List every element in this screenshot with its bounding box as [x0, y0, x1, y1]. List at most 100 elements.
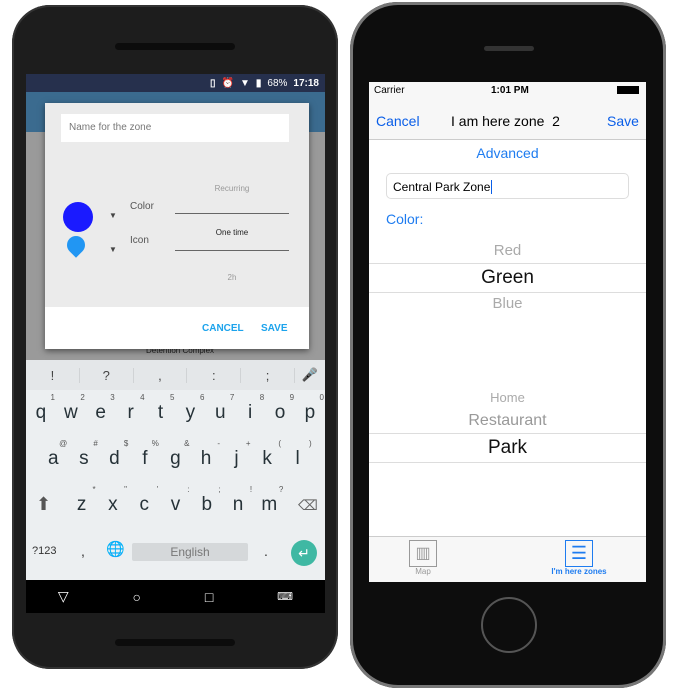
symbols-key[interactable]: ?123 — [32, 545, 56, 557]
tab-label: I'm here zones — [551, 567, 607, 576]
key-i[interactable]: i8 — [236, 393, 264, 424]
shift-icon[interactable]: ⬆ — [36, 494, 51, 515]
key-y[interactable]: y6 — [176, 393, 205, 424]
key-letter: h — [200, 448, 212, 469]
text-cursor — [491, 180, 493, 194]
icon-option-park[interactable]: Park — [369, 437, 646, 459]
globe-icon[interactable]: 🌐 — [106, 540, 125, 558]
key-f[interactable]: f% — [131, 439, 159, 470]
home-icon[interactable]: ○ — [133, 589, 141, 605]
key-g[interactable]: g & — [161, 439, 189, 470]
key-hint: 2 — [80, 393, 85, 402]
save-button[interactable]: SAVE — [261, 323, 288, 334]
key-c[interactable]: c ' — [130, 485, 158, 516]
option-2h[interactable]: 2h — [175, 273, 289, 282]
icon-label: Icon — [130, 235, 149, 246]
comma-key[interactable]: , — [81, 543, 85, 559]
key-t[interactable]: t5 — [147, 393, 175, 424]
space-bar[interactable]: English — [132, 543, 248, 561]
key-p[interactable]: p0 — [296, 393, 324, 424]
battery-icon: ▮ — [255, 77, 262, 89]
enter-icon[interactable]: ↵ — [291, 540, 317, 566]
key-letter: f — [142, 448, 148, 469]
suggestion[interactable]: ! — [26, 367, 80, 383]
tab-label: Map — [415, 567, 431, 576]
key-l[interactable]: l) — [284, 439, 312, 470]
suggestion[interactable]: , — [134, 367, 188, 383]
cancel-button[interactable]: Cancel — [376, 113, 420, 129]
key-h[interactable]: h- — [192, 439, 220, 470]
tab-bar: ▥ Map ☰ I'm here zones — [369, 536, 646, 582]
key-e[interactable]: e3 — [87, 393, 114, 424]
key-q[interactable]: q1 — [27, 393, 55, 424]
key-w[interactable]: w2 — [57, 393, 85, 424]
option-recurring[interactable]: Recurring — [175, 184, 289, 193]
key-m[interactable]: m? — [255, 485, 283, 516]
zone-name-input[interactable]: Name for the zone — [61, 114, 289, 142]
key-n[interactable]: n! — [224, 485, 252, 516]
key-z[interactable]: z * — [68, 485, 96, 516]
key-hint: % — [151, 439, 159, 448]
advanced-button[interactable]: Advanced — [369, 145, 646, 161]
ios-screen: Carrier 1:01 PM Cancel I am here zone 2 … — [369, 82, 646, 582]
key-a[interactable]: a @ — [39, 439, 67, 470]
key-hint: $ — [123, 439, 129, 448]
color-label: Color: — [386, 211, 424, 227]
tab-map[interactable]: ▥ Map — [409, 540, 437, 576]
zone-name-input[interactable]: Central Park Zone — [386, 173, 629, 199]
suggestion[interactable]: ; — [241, 367, 295, 383]
status-bar: ▯ ⏰ ▼ ▮ 68% 17:18 — [26, 74, 325, 92]
key-j[interactable]: j + — [223, 439, 250, 470]
period-key[interactable]: . — [264, 543, 268, 559]
key-u[interactable]: u7 — [206, 393, 234, 424]
microphone-icon[interactable]: 🎤 — [295, 367, 325, 383]
key-r[interactable]: r4 — [117, 393, 144, 424]
tab-im-here-zones[interactable]: ☰ I'm here zones — [539, 540, 619, 576]
battery-level: 68% — [267, 77, 288, 89]
top-speaker — [115, 43, 235, 50]
color-option-blue[interactable]: Blue — [369, 295, 646, 312]
keyboard-icon[interactable]: ⌨ — [277, 590, 293, 603]
save-button[interactable]: Save — [607, 113, 639, 129]
key-b[interactable]: b; — [193, 485, 220, 516]
key-d[interactable]: d $ — [100, 439, 128, 470]
picker-line — [369, 433, 646, 434]
recents-icon[interactable]: □ — [205, 589, 213, 605]
backspace-icon[interactable]: ⌫ — [298, 497, 318, 514]
key-s[interactable]: s # — [70, 439, 98, 470]
key-hint: ; — [218, 485, 221, 494]
picker-line — [369, 292, 646, 293]
color-dropdown-icon[interactable]: ▼ — [109, 211, 117, 220]
key-o[interactable]: o9 — [266, 393, 294, 424]
key-letter: y — [185, 402, 196, 423]
key-v[interactable]: v: — [161, 485, 190, 516]
color-swatch[interactable] — [63, 202, 93, 232]
key-row-2: a @ s # d $ f% g & h - j + k(l) — [26, 439, 325, 470]
key-hint: 1 — [50, 393, 55, 402]
key-k[interactable]: k( — [253, 439, 281, 470]
color-option-red[interactable]: Red — [369, 242, 646, 259]
option-one-time[interactable]: One time — [175, 228, 289, 237]
battery-icon — [617, 86, 639, 94]
suggestion[interactable]: ? — [80, 367, 134, 383]
key-hint: 0 — [319, 393, 324, 402]
color-option-green[interactable]: Green — [369, 267, 646, 289]
icon-option-home[interactable]: Home — [369, 390, 646, 405]
icon-option-restaurant[interactable]: Restaurant — [369, 412, 646, 430]
map-pin-icon[interactable] — [63, 232, 89, 258]
cancel-button[interactable]: CANCEL — [202, 323, 244, 334]
key-x[interactable]: x " — [99, 485, 127, 516]
earpiece — [484, 46, 534, 51]
key-row-3: z * x " c ' v: b; n! m? — [26, 485, 325, 516]
carrier: Carrier — [374, 85, 405, 96]
home-button[interactable] — [481, 597, 537, 653]
suggestion[interactable]: : — [187, 367, 242, 383]
key-letter: b — [201, 494, 213, 515]
icon-dropdown-icon[interactable]: ▼ — [109, 245, 117, 254]
key-hint: 5 — [170, 393, 175, 402]
key-letter: x — [108, 494, 118, 515]
keyboard: ! ? , : ; 🎤 q1w2e3r4t5y6u7i8o9p0 a @ s # d $ f… — [26, 360, 325, 580]
back-icon[interactable]: ▽ — [58, 588, 69, 605]
key-letter: a — [47, 448, 59, 469]
key-letter: r — [127, 402, 134, 423]
